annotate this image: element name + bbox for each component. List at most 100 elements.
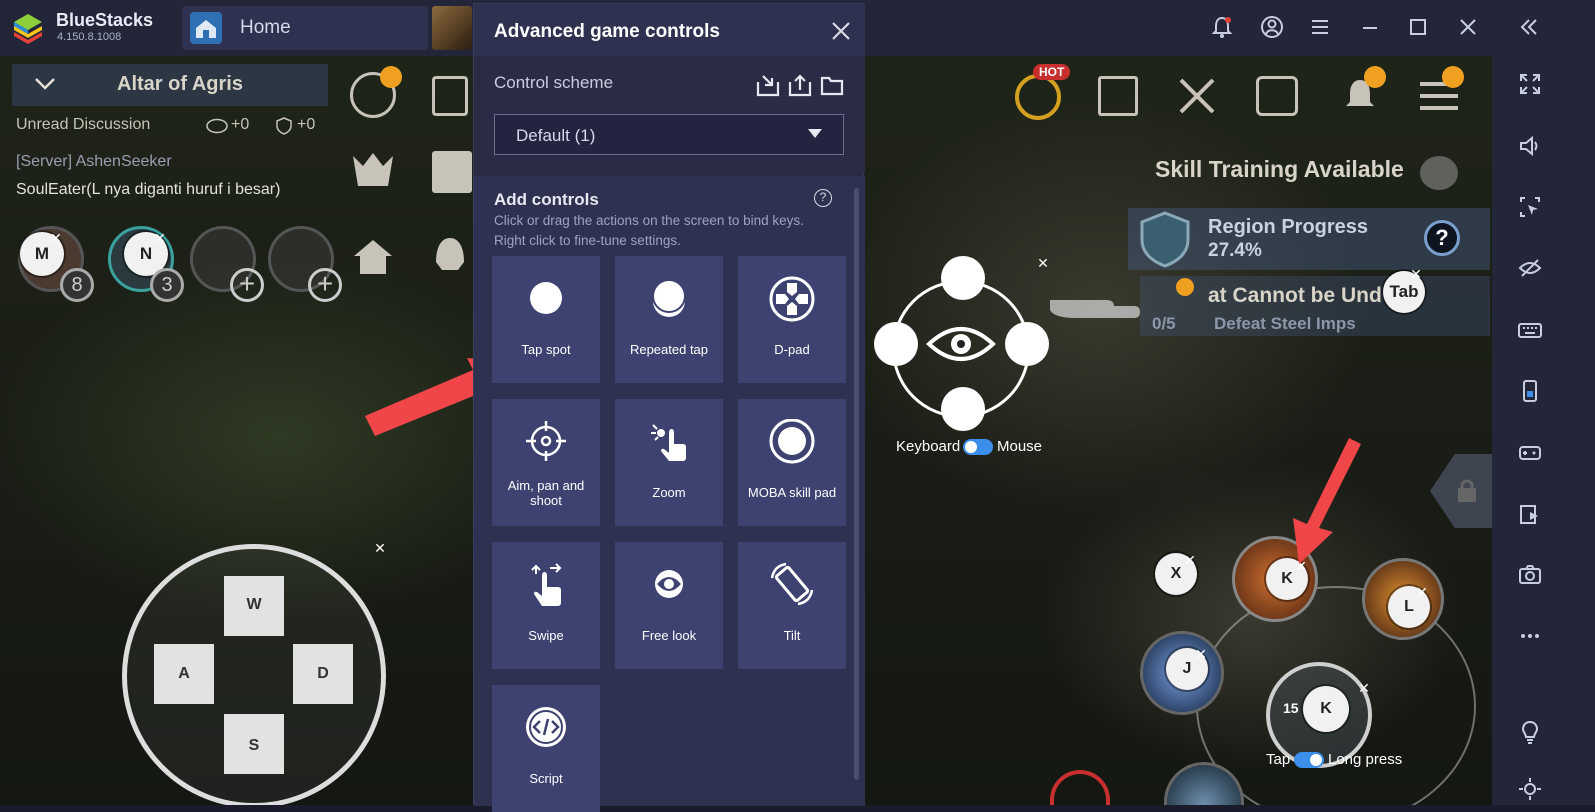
key-k-long-press[interactable]: K — [1303, 686, 1349, 732]
gamepad-icon[interactable] — [1516, 438, 1544, 466]
unread-discussion: Unread Discussion — [16, 116, 151, 133]
quest-objective-title: at Cannot be Und — [1208, 284, 1382, 307]
account-icon[interactable] — [1259, 14, 1285, 40]
control-repeated-tap[interactable]: Repeated tap — [615, 256, 723, 383]
dpad-icon — [762, 276, 822, 326]
control-label: Tilt — [783, 628, 801, 643]
camera-icon[interactable] — [1516, 561, 1544, 589]
crossed-swords-icon[interactable] — [1175, 74, 1219, 118]
control-swipe[interactable]: Swipe — [492, 542, 600, 669]
minimize-icon[interactable] — [1357, 14, 1383, 40]
pointer-select-icon[interactable] — [1516, 193, 1544, 221]
guild-emblem-icon[interactable] — [348, 151, 398, 193]
right-sidebar — [1492, 56, 1595, 805]
control-aim-pan-shoot[interactable]: Aim, pan and shoot — [492, 399, 600, 526]
control-label: Zoom — [652, 485, 686, 500]
hot-badge: HOT — [1033, 64, 1071, 80]
gift-icon[interactable] — [432, 151, 472, 193]
folder-icon[interactable] — [819, 72, 845, 98]
coin-icon[interactable] — [1015, 74, 1061, 120]
add-controls-hint-2: Right click to fine-tune settings. — [494, 233, 681, 248]
key-s: S — [248, 737, 260, 754]
server-chat-line: [Server] AshenSeeker — [16, 153, 172, 170]
toggle-mouse-label: Mouse — [997, 438, 1043, 455]
add-pet-2-icon[interactable]: + — [308, 268, 342, 302]
more-options-icon[interactable] — [1516, 622, 1544, 650]
remove-free-look-icon[interactable]: ✕ — [1035, 255, 1051, 271]
collapse-sidebar-icon[interactable] — [1516, 14, 1542, 40]
free-look-up[interactable] — [941, 256, 985, 300]
hide-eye-icon[interactable] — [1516, 254, 1544, 282]
free-look-right[interactable] — [1005, 322, 1049, 366]
close-icon[interactable] — [828, 18, 854, 44]
maximize-icon[interactable] — [1405, 14, 1431, 40]
tab-home[interactable]: Home — [182, 6, 428, 50]
remove-key-j-icon[interactable]: ✕ — [1193, 646, 1209, 662]
skill-count-2: 3 — [150, 268, 184, 302]
quest-alert-icon — [1176, 278, 1194, 296]
house-icon[interactable] — [350, 236, 396, 276]
album-icon[interactable] — [1098, 76, 1138, 116]
import-scheme-icon[interactable] — [755, 72, 781, 98]
remove-key-k-long-press-icon[interactable]: ✕ — [1356, 680, 1372, 696]
remove-key-m-icon[interactable]: ✕ — [48, 230, 64, 246]
advanced-game-controls-dialog: Advanced game controls Control scheme De… — [473, 3, 865, 812]
remove-key-n-icon[interactable]: ✕ — [152, 230, 168, 246]
control-label: Swipe — [528, 628, 564, 643]
quest-objective-progress: 0/5 — [1152, 314, 1176, 333]
bell-icon[interactable] — [1209, 14, 1235, 40]
red-arrow-pointer-right — [1293, 438, 1361, 564]
control-scheme-dropdown[interactable]: Default (1) — [494, 114, 844, 155]
light-bulb-icon[interactable] — [1516, 718, 1544, 746]
fullscreen-icon[interactable] — [1516, 70, 1544, 98]
control-moba-skill-pad[interactable]: MOBA skill pad — [738, 399, 846, 526]
keyboard-icon[interactable] — [1516, 316, 1544, 344]
control-free-look[interactable]: Free look — [615, 542, 723, 669]
hp-orb — [1050, 770, 1110, 805]
tap-long-press-toggle[interactable] — [1294, 752, 1324, 768]
remove-key-tab-icon[interactable]: ✕ — [1408, 266, 1424, 282]
quest-header[interactable]: Altar of Agris — [12, 64, 328, 106]
phone-icon[interactable] — [1516, 377, 1544, 405]
home-icon — [190, 12, 222, 44]
keyboard-mouse-toggle[interactable] — [963, 439, 993, 455]
chat-count-1: +0 — [231, 116, 250, 133]
toggle-tap-label: Tap — [1266, 751, 1291, 768]
control-tilt[interactable]: Tilt — [738, 542, 846, 669]
pointing-hand-icon — [1046, 286, 1142, 326]
free-look-left[interactable] — [874, 322, 918, 366]
helmet-icon[interactable] — [428, 232, 472, 276]
free-look-down[interactable] — [941, 387, 985, 431]
control-script[interactable]: Script — [492, 685, 600, 812]
control-tap-spot[interactable]: Tap spot — [492, 256, 600, 383]
remove-key-x-icon[interactable]: ✕ — [1182, 552, 1198, 568]
control-label: MOBA skill pad — [747, 485, 837, 500]
dialog-scrollbar[interactable] — [854, 188, 859, 780]
add-controls-section: Add controls ? Click or drag the actions… — [474, 176, 865, 812]
tab-game-thumbnail[interactable] — [432, 6, 472, 50]
bluestacks-logo-icon — [14, 14, 42, 44]
control-d-pad[interactable]: D-pad — [738, 256, 846, 383]
app-name: BlueStacks — [56, 10, 154, 30]
settings-gear-icon[interactable] — [1516, 775, 1544, 803]
control-zoom[interactable]: Zoom — [615, 399, 723, 526]
toggle-long-press-label: Long press — [1328, 751, 1403, 768]
region-help-icon[interactable]: ? — [1424, 220, 1460, 256]
control-label: Tap spot — [521, 342, 571, 357]
zoom-gesture-icon — [639, 419, 699, 469]
remove-dpad-icon[interactable]: ✕ — [372, 540, 388, 556]
menu-icon[interactable] — [1307, 14, 1333, 40]
macro-icon[interactable] — [1516, 500, 1544, 528]
skill-training-icon[interactable] — [1420, 156, 1458, 190]
remove-key-l-icon[interactable]: ✕ — [1414, 584, 1430, 600]
horse-shield-icon — [1138, 210, 1192, 268]
volume-icon[interactable] — [1516, 132, 1544, 160]
help-icon[interactable]: ? — [814, 189, 832, 207]
search-book-icon[interactable] — [432, 76, 468, 116]
add-pet-1-icon[interactable]: + — [230, 268, 264, 302]
bag-icon[interactable] — [1256, 76, 1298, 116]
close-window-icon[interactable] — [1455, 14, 1481, 40]
shield-icon — [275, 116, 293, 136]
export-scheme-icon[interactable] — [787, 72, 813, 98]
tilt-icon — [762, 562, 822, 612]
